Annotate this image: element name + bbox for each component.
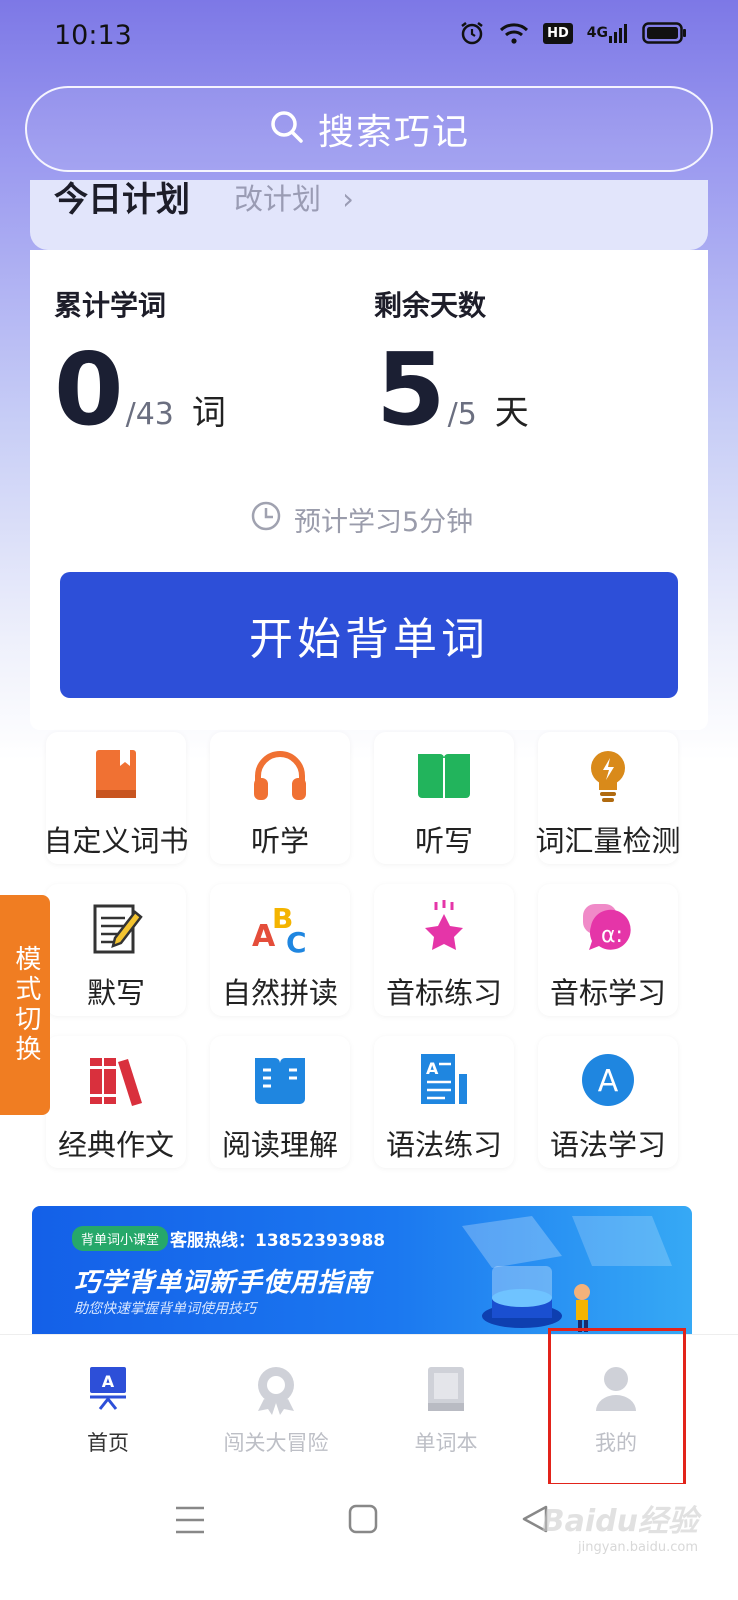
open-book-icon: [374, 748, 514, 804]
grammar-learning-tile[interactable]: A 语法学习: [538, 1036, 678, 1168]
speech-bubble-icon: α:: [538, 900, 678, 956]
menu-icon[interactable]: [174, 1504, 206, 1540]
write-from-memory-tile[interactable]: 默写: [46, 884, 186, 1016]
nav-adventure[interactable]: 闯关大冒险: [184, 1335, 368, 1485]
guide-banner[interactable]: 背单词小课堂 客服热线：13852393988 巧学背单词新手使用指南 助您快速…: [32, 1206, 692, 1334]
reading-comprehension-tile[interactable]: 阅读理解: [210, 1036, 350, 1168]
network-type: 4G: [586, 25, 608, 41]
document-icon: A: [374, 1052, 514, 1108]
abc-blocks-icon: ABC: [210, 900, 350, 956]
book-icon: [46, 748, 186, 804]
phonics-tile[interactable]: ABC 自然拼读: [210, 884, 350, 1016]
study-estimate: 预计学习5分钟: [250, 500, 473, 539]
words-learned-value: 0: [54, 331, 124, 448]
watermark-sub: jingyan.baidu.com: [578, 1540, 698, 1555]
signal-icon: 4G: [587, 22, 628, 44]
clock-icon: [250, 500, 282, 539]
search-placeholder: 搜索巧记: [317, 112, 470, 153]
listen-learn-tile[interactable]: 听学: [210, 732, 350, 864]
notepad-pen-icon: [46, 900, 186, 956]
banner-illustration: [432, 1206, 692, 1334]
battery-icon: [642, 21, 688, 45]
words-learned-stat: 0 /43 词: [54, 340, 226, 440]
banner-title: 巧学背单词新手使用指南: [74, 1268, 372, 1298]
words-unit: 词: [191, 393, 226, 433]
tile-label: 自然拼读: [221, 976, 338, 1010]
lightbulb-icon: [538, 748, 678, 804]
tile-label: 默写: [86, 976, 145, 1010]
grammar-practice-tile[interactable]: A 语法练习: [374, 1036, 514, 1168]
plan-title: 今日计划: [54, 180, 190, 220]
tile-label: 自定义词书: [43, 824, 189, 858]
classic-essays-tile[interactable]: 经典作文: [46, 1036, 186, 1168]
phonetic-practice-tile[interactable]: 音标练习: [374, 884, 514, 1016]
alarm-icon: [459, 20, 485, 46]
home-icon-glyph: A: [102, 1372, 115, 1391]
tile-label: 听写: [414, 824, 473, 858]
letter-a-icon: A: [538, 1052, 678, 1108]
tile-label: 阅读理解: [221, 1128, 338, 1162]
highlight-box: [548, 1328, 686, 1486]
home-square-icon[interactable]: [348, 1504, 378, 1538]
nav-label: 首页: [87, 1431, 129, 1455]
tile-label: 语法学习: [549, 1128, 666, 1162]
books-stack-icon: [46, 1052, 186, 1108]
tile-label: 经典作文: [57, 1128, 174, 1162]
svg-text:α:: α:: [601, 923, 623, 948]
nav-home[interactable]: A 首页: [16, 1335, 200, 1485]
wordbook-icon: [354, 1365, 538, 1413]
search-icon: [268, 108, 306, 150]
svg-text:C: C: [286, 926, 307, 956]
home-icon: A: [16, 1365, 200, 1411]
tile-label: 语法练习: [385, 1128, 502, 1162]
watermark: Baidu经验: [541, 1504, 698, 1539]
days-left-value: 5: [376, 331, 446, 448]
days-unit: 天: [494, 393, 529, 433]
letter-a-glyph: A: [598, 1064, 619, 1099]
headphones-icon: [210, 748, 350, 804]
banner-subtitle: 助您快速掌握背单词使用技巧: [74, 1301, 256, 1317]
nav-label: 单词本: [414, 1431, 478, 1455]
start-memorizing-button[interactable]: 开始背单词: [60, 572, 678, 698]
svg-text:A: A: [426, 1059, 439, 1078]
star-icon: [374, 900, 514, 956]
phonetic-learning-tile[interactable]: α: 音标学习: [538, 884, 678, 1016]
edit-plan-label: 改计划: [234, 182, 322, 216]
days-total: /5: [447, 397, 477, 432]
days-left-label: 剩余天数: [374, 289, 487, 322]
wifi-icon: [499, 21, 529, 45]
mode-switch-tab[interactable]: 模式切换: [0, 895, 50, 1115]
tile-label: 音标练习: [385, 976, 502, 1010]
study-estimate-text: 预计学习5分钟: [294, 507, 474, 538]
status-icons: HD 4G: [459, 20, 688, 46]
search-bar[interactable]: 搜索巧记: [25, 86, 713, 172]
tile-label: 听学: [250, 824, 309, 858]
banner-tag: 背单词小课堂: [72, 1226, 169, 1251]
dictation-tile[interactable]: 听写: [374, 732, 514, 864]
days-left-stat: 5 /5 天: [376, 340, 529, 440]
hd-badge: HD: [543, 22, 573, 44]
tile-label: 音标学习: [549, 976, 666, 1010]
nav-label: 闯关大冒险: [223, 1431, 329, 1455]
chevron-right-icon: ›: [342, 182, 354, 216]
edit-plan-link[interactable]: 改计划 ›: [234, 180, 354, 218]
medal-icon: [184, 1365, 368, 1415]
status-bar: 10:13 HD 4G: [0, 0, 738, 72]
vocab-test-tile[interactable]: 词汇量检测: [535, 732, 681, 864]
tile-label: 词汇量检测: [535, 824, 681, 858]
custom-wordbook-tile[interactable]: 自定义词书: [43, 732, 189, 864]
nav-wordbook[interactable]: 单词本: [354, 1335, 538, 1485]
reading-book-icon: [210, 1052, 350, 1108]
banner-hotline: 客服热线：13852393988: [170, 1231, 386, 1251]
status-time: 10:13: [54, 20, 132, 51]
plan-header: 今日计划 改计划 ›: [30, 180, 708, 250]
words-learned-label: 累计学词: [54, 289, 167, 322]
words-total: /43: [125, 397, 174, 432]
